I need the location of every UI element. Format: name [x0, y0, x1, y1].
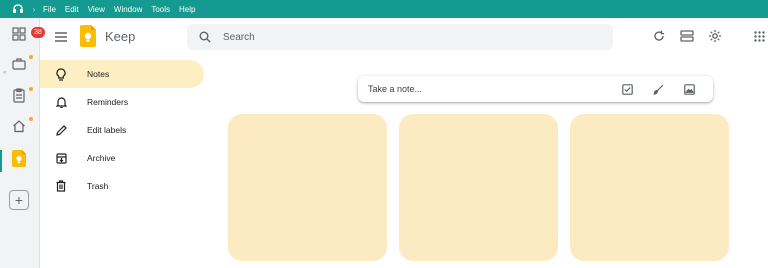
nav-item-label: Reminders	[87, 97, 129, 107]
collapse-arrows-icon[interactable]: «	[3, 70, 6, 76]
pencil-icon	[54, 123, 68, 137]
menu-file[interactable]: File	[43, 5, 56, 14]
nav-sidebar: Notes Reminders Edit labels Archive Tras…	[40, 60, 210, 200]
menu-tools[interactable]: Tools	[151, 5, 170, 14]
nav-item-reminders[interactable]: Reminders	[40, 88, 210, 116]
take-note-bar[interactable]: Take a note...	[358, 76, 713, 102]
keep-logo-icon[interactable]	[80, 25, 98, 47]
nav-item-notes[interactable]: Notes	[40, 60, 204, 88]
rail-apps[interactable]: 38	[9, 26, 45, 46]
list-view-icon[interactable]	[679, 28, 695, 44]
unread-dot	[29, 87, 33, 91]
nav-item-label: Archive	[87, 153, 116, 163]
app-title[interactable]: Keep	[105, 29, 135, 44]
unread-dot	[29, 117, 33, 121]
apps-grid-icon	[12, 26, 26, 46]
menu-bar: › File Edit View Window Tools Help	[0, 0, 768, 18]
menu-separator: ›	[32, 4, 36, 14]
settings-icon[interactable]	[707, 28, 723, 44]
app-logo-icon[interactable]	[9, 0, 27, 18]
apps-icon[interactable]	[751, 28, 767, 44]
take-note-input[interactable]: Take a note...	[368, 84, 620, 94]
menu-window[interactable]: Window	[114, 5, 142, 14]
note-card[interactable]	[399, 114, 558, 261]
main-menu-icon[interactable]	[52, 28, 70, 46]
unread-dot	[29, 55, 33, 59]
rail-briefcase[interactable]	[9, 55, 33, 76]
lightbulb-icon	[54, 67, 68, 81]
rail-keep[interactable]	[9, 150, 29, 172]
header: Keep	[40, 18, 768, 58]
note-card[interactable]	[228, 114, 387, 261]
trash-icon	[54, 179, 68, 193]
active-app-indicator	[0, 150, 2, 172]
nav-item-archive[interactable]: Archive	[40, 144, 210, 172]
app-rail: 38 « +	[0, 18, 45, 268]
menu-view[interactable]: View	[88, 5, 105, 14]
archive-icon	[54, 151, 68, 165]
keep-app-icon	[12, 150, 26, 172]
nav-item-edit-labels[interactable]: Edit labels	[40, 116, 210, 144]
menu-help[interactable]: Help	[179, 5, 195, 14]
refresh-icon[interactable]	[651, 28, 667, 44]
nav-item-label: Notes	[87, 69, 110, 79]
briefcase-icon	[12, 57, 26, 75]
note-card[interactable]	[570, 114, 729, 261]
search-input[interactable]	[221, 30, 605, 44]
search-icon[interactable]	[197, 29, 213, 45]
rail-home[interactable]	[9, 117, 33, 138]
brush-icon[interactable]	[651, 82, 665, 96]
home-icon	[12, 119, 26, 138]
rail-clipboard[interactable]	[9, 87, 33, 108]
plus-icon: +	[14, 192, 24, 208]
image-icon[interactable]	[682, 82, 696, 96]
checkbox-icon[interactable]	[620, 82, 634, 96]
nav-item-label: Edit labels	[87, 125, 127, 135]
add-app-button[interactable]: +	[9, 190, 29, 210]
nav-item-trash[interactable]: Trash	[40, 172, 210, 200]
bell-icon	[54, 95, 68, 109]
nav-item-label: Trash	[87, 181, 109, 191]
search-bar[interactable]	[187, 24, 613, 50]
menu-edit[interactable]: Edit	[65, 5, 79, 14]
clipboard-icon	[13, 88, 25, 108]
